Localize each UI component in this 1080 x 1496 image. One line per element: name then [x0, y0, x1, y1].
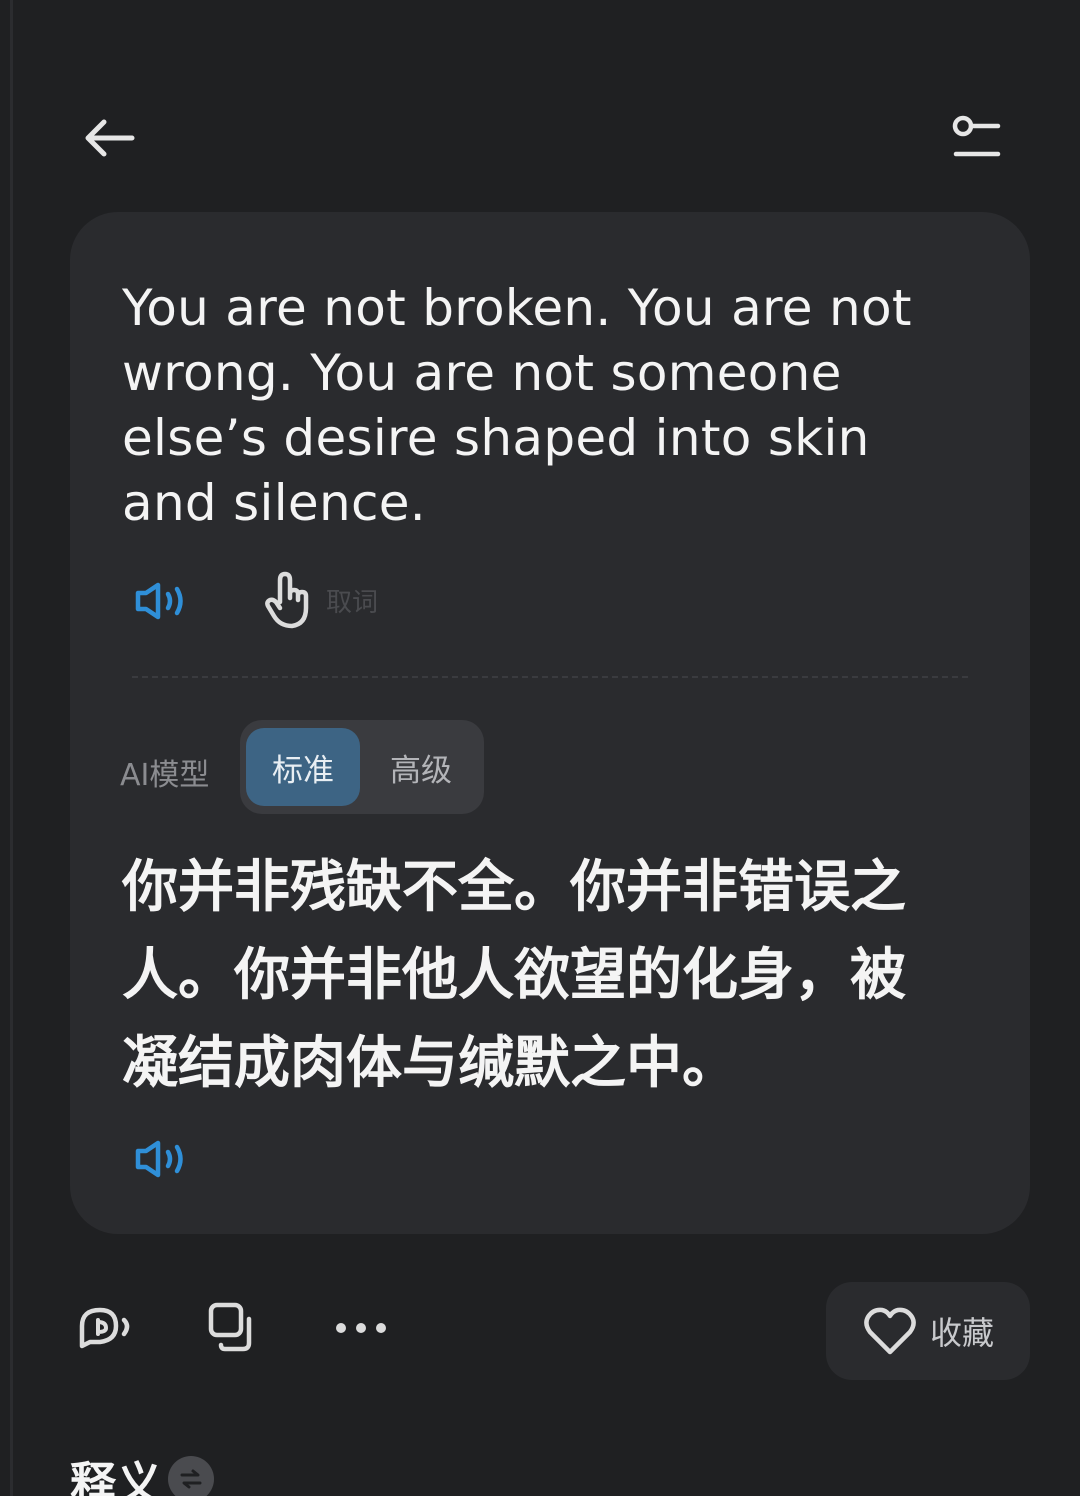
feedback-button[interactable] [70, 1296, 146, 1360]
more-icon [336, 1323, 386, 1333]
settings-button[interactable] [944, 108, 1010, 168]
swap-button[interactable] [168, 1456, 214, 1496]
pick-word-label: 取词 [326, 587, 379, 618]
model-option-advanced[interactable]: 高级 [364, 728, 478, 806]
back-button[interactable] [72, 108, 144, 168]
copy-icon [208, 1302, 252, 1352]
swap-icon [180, 1469, 202, 1489]
arrow-left-icon [85, 119, 135, 157]
speaker-icon [135, 582, 183, 620]
divider [132, 676, 968, 678]
model-option-standard[interactable]: 标准 [246, 728, 360, 806]
play-source-audio-button[interactable] [128, 576, 194, 626]
model-selector: 标准 高级 [240, 720, 484, 814]
favorite-label: 收藏 [929, 1314, 994, 1352]
translation-text[interactable]: 你并非残缺不全。你并非错误之人。你并非他人欲望的化身，被凝结成肉体与缄默之中。 [122, 844, 952, 1108]
translation-card: You are not broken. You are not wrong. Y… [70, 212, 1030, 1234]
speech-bubble-icon [79, 1307, 130, 1349]
tap-hand-icon [265, 571, 309, 629]
copy-button[interactable] [198, 1296, 268, 1360]
translation-screen: You are not broken. You are not wrong. Y… [0, 0, 1080, 1496]
speaker-icon [135, 1140, 183, 1178]
heart-icon [864, 1307, 916, 1355]
favorite-button[interactable]: 收藏 [826, 1282, 1030, 1380]
pick-word-button[interactable]: 取词 [258, 568, 378, 632]
sliders-icon [952, 115, 1001, 157]
source-text[interactable]: You are not broken. You are not wrong. Y… [122, 276, 922, 536]
more-button[interactable] [326, 1296, 396, 1360]
play-translation-audio-button[interactable] [128, 1134, 194, 1184]
ai-model-label: AI模型 [120, 758, 210, 793]
window-edge [10, 0, 13, 1496]
definition-section-title: 释义 [70, 1457, 162, 1496]
